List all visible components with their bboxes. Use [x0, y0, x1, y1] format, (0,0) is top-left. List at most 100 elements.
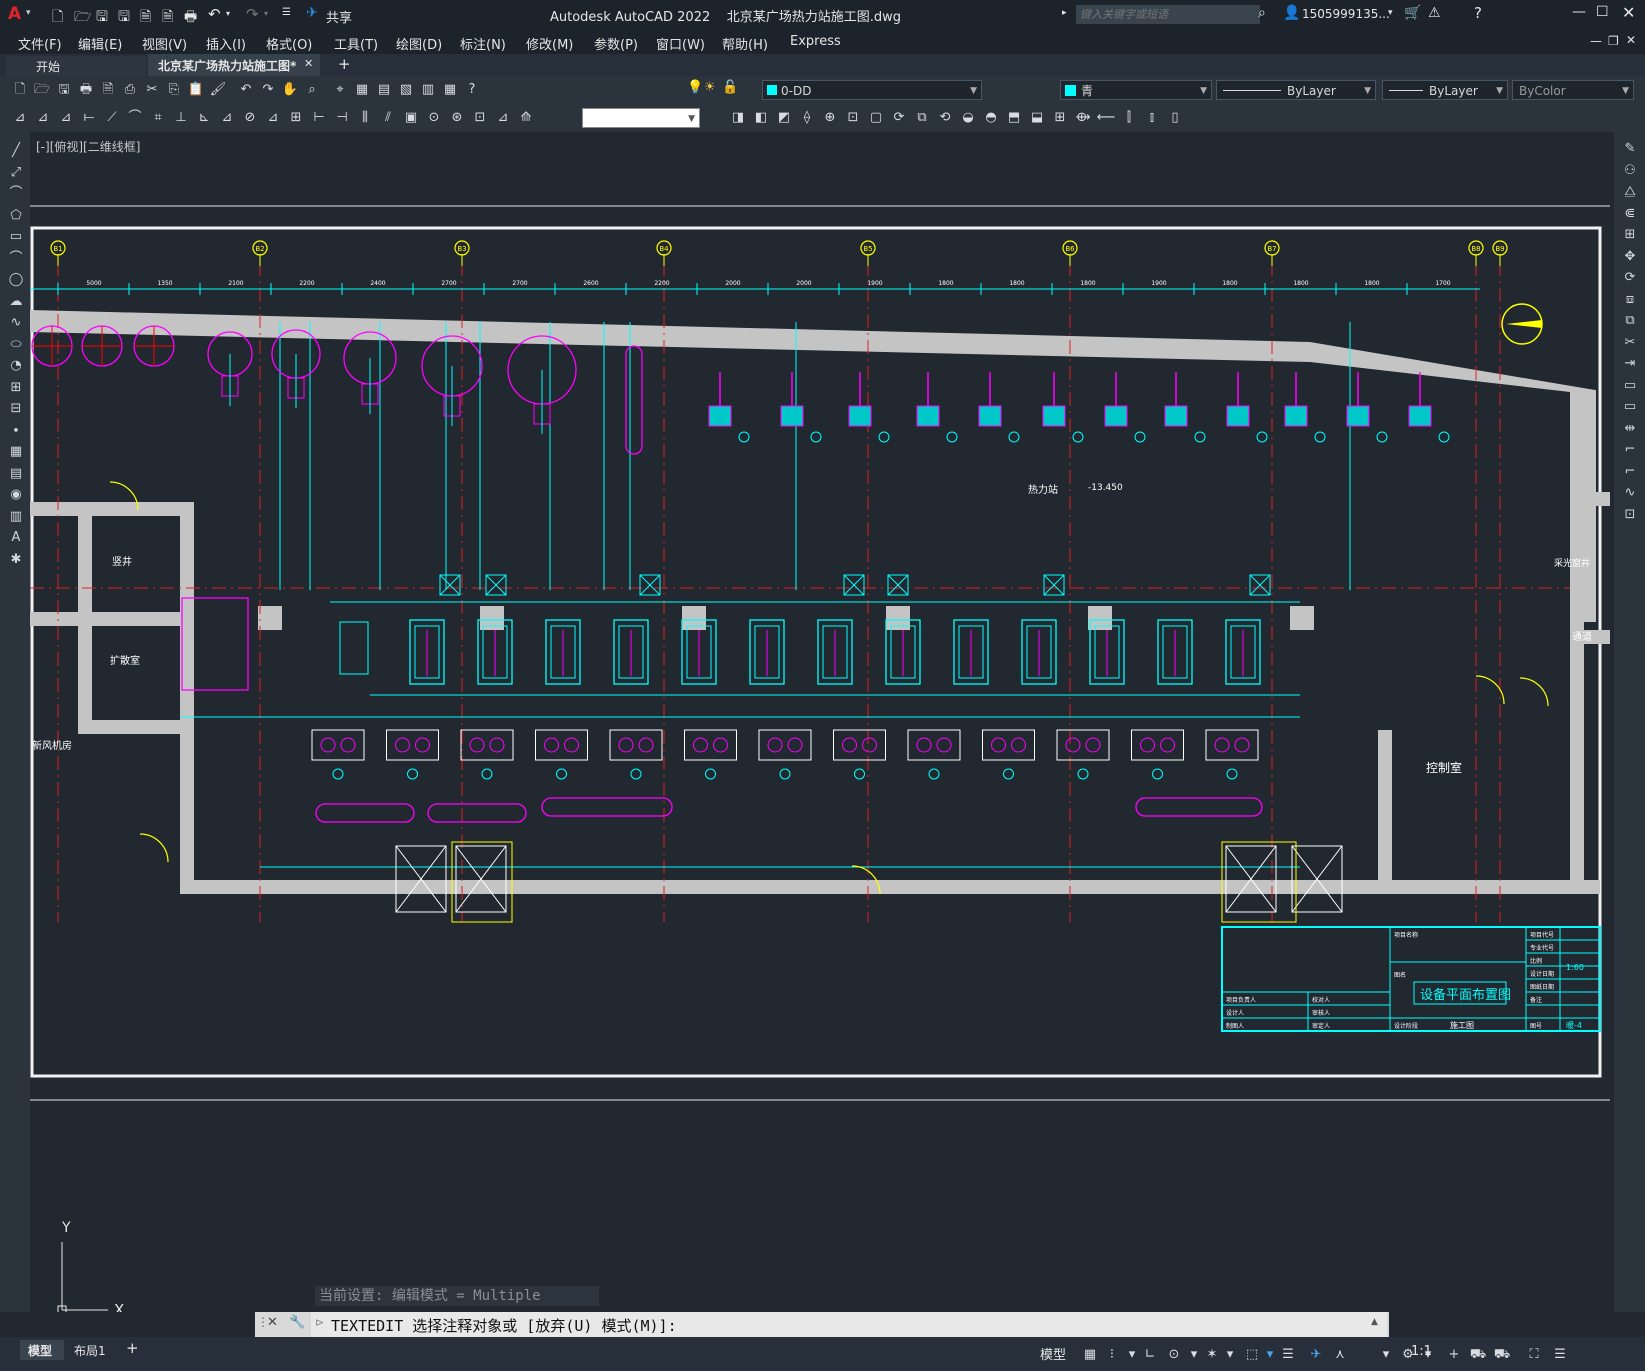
- draw-tool-9-icon[interactable]: ⬭: [7, 336, 25, 354]
- redo-icon[interactable]: ↷: [246, 5, 259, 23]
- modify-tool-1-icon[interactable]: ◧: [751, 108, 771, 128]
- dim-tool-3-icon[interactable]: ⟝: [79, 108, 99, 128]
- open-file-icon[interactable]: 🗁: [74, 6, 91, 30]
- std-tool-16-icon[interactable]: ▤: [374, 80, 394, 100]
- std-tool-12-icon[interactable]: ✋: [280, 80, 300, 100]
- std-tool-9-icon[interactable]: 🖌: [208, 80, 228, 100]
- search-expand-icon[interactable]: ▸: [1062, 8, 1067, 18]
- modify-palette-17-icon[interactable]: ⊡: [1621, 506, 1639, 524]
- user-name[interactable]: 1505999135...: [1302, 7, 1390, 21]
- modify-tool-4-icon[interactable]: ⊕: [820, 108, 840, 128]
- search-input[interactable]: [1076, 5, 1260, 24]
- dim-tool-18-icon[interactable]: ⊙: [424, 108, 444, 128]
- menu-item-8[interactable]: 修改(M): [526, 34, 573, 53]
- status-toggle-2-icon[interactable]: ▾: [1122, 1345, 1142, 1365]
- maximize-icon[interactable]: ☐: [1596, 4, 1609, 20]
- dim-tool-4-icon[interactable]: ⟋: [102, 108, 122, 128]
- modify-palette-10-icon[interactable]: ⇥: [1621, 355, 1639, 373]
- linetype-dropdown[interactable]: ByLayer ▼: [1216, 80, 1376, 100]
- draw-tool-5-icon[interactable]: ⌒: [7, 250, 25, 268]
- dim-style-dropdown[interactable]: ▼: [582, 108, 700, 128]
- modify-palette-5-icon[interactable]: ✥: [1621, 248, 1639, 266]
- dim-tool-7-icon[interactable]: ⊥: [171, 108, 191, 128]
- menu-item-3[interactable]: 插入(I): [206, 34, 246, 53]
- dim-tool-5-icon[interactable]: ⌒: [125, 108, 145, 128]
- layer-on-icon[interactable]: 💡: [687, 80, 703, 95]
- status-toggle-4-icon[interactable]: ⊙: [1164, 1345, 1184, 1365]
- dim-tool-20-icon[interactable]: ⊡: [470, 108, 490, 128]
- modify-palette-13-icon[interactable]: ⇹: [1621, 420, 1639, 438]
- std-tool-0-icon[interactable]: 🗋: [10, 80, 30, 100]
- std-tool-1-icon[interactable]: 🗁: [32, 80, 52, 100]
- modify-tool-7-icon[interactable]: ⟳: [889, 108, 909, 128]
- std-tool-14-icon[interactable]: ⌖: [330, 80, 350, 100]
- modify-tool-5-icon[interactable]: ⊡: [843, 108, 863, 128]
- modify-tool-15-icon[interactable]: ⟴: [1073, 108, 1093, 128]
- dim-tool-10-icon[interactable]: ⊘: [240, 108, 260, 128]
- close-icon[interactable]: ✕: [1622, 3, 1635, 22]
- new-file-icon[interactable]: 🗋: [52, 6, 63, 30]
- menu-item-12[interactable]: Express: [790, 34, 841, 49]
- color-dropdown[interactable]: 青 ▼: [1060, 80, 1212, 100]
- modify-tool-2-icon[interactable]: ◩: [774, 108, 794, 128]
- autodesk-app-icon[interactable]: ⚠: [1428, 5, 1441, 21]
- status-toggle-11-icon[interactable]: ✈: [1306, 1345, 1326, 1365]
- draw-tool-11-icon[interactable]: ⊞: [7, 379, 25, 397]
- layer-dropdown[interactable]: 0-DD ▼: [762, 80, 982, 100]
- modify-tool-17-icon[interactable]: ⫿: [1119, 108, 1139, 128]
- dim-tool-17-icon[interactable]: ▣: [401, 108, 421, 128]
- dim-tool-15-icon[interactable]: ⫼: [355, 108, 375, 128]
- draw-tool-1-icon[interactable]: ⤢: [7, 164, 25, 182]
- modify-palette-1-icon[interactable]: ⚇: [1621, 162, 1639, 180]
- draw-tool-0-icon[interactable]: ╱: [7, 142, 25, 160]
- cart-icon[interactable]: 🛒: [1404, 5, 1421, 21]
- dim-tool-16-icon[interactable]: ⫽: [378, 108, 398, 128]
- status-toggle-21-icon[interactable]: ☰: [1550, 1345, 1570, 1365]
- command-recent-icon[interactable]: ▲: [1371, 1317, 1378, 1327]
- std-tool-4-icon[interactable]: 🗎: [98, 80, 118, 100]
- modify-tool-18-icon[interactable]: ⫾: [1142, 108, 1162, 128]
- tab-layout1[interactable]: 布局1: [74, 1342, 106, 1359]
- customize-qat-icon[interactable]: ☰: [282, 7, 291, 18]
- drawing-svg[interactable]: B1 B2 B3 B4 B5 B6 B7 B8 B9 5000 1350 2100 2200 2400 2…: [30, 132, 1614, 1312]
- layer-lock-icon[interactable]: 🔓: [722, 80, 738, 95]
- std-tool-20-icon[interactable]: ?: [462, 80, 482, 100]
- draw-tool-14-icon[interactable]: ▦: [7, 443, 25, 461]
- std-tool-7-icon[interactable]: ⎘: [164, 80, 184, 100]
- dim-tool-14-icon[interactable]: ⊣: [332, 108, 352, 128]
- dim-tool-19-icon[interactable]: ⊛: [447, 108, 467, 128]
- std-tool-13-icon[interactable]: ⌕: [302, 80, 322, 100]
- status-toggle-3-icon[interactable]: ∟: [1140, 1345, 1160, 1365]
- menu-item-0[interactable]: 文件(F): [18, 34, 62, 53]
- modify-tool-3-icon[interactable]: ⟠: [797, 108, 817, 128]
- modify-tool-19-icon[interactable]: ▯: [1165, 108, 1185, 128]
- dim-tool-1-icon[interactable]: ⊿: [33, 108, 53, 128]
- dim-tool-9-icon[interactable]: ⊿: [217, 108, 237, 128]
- menu-item-9[interactable]: 参数(P): [594, 34, 638, 53]
- share-icon[interactable]: ✈: [306, 5, 318, 21]
- draw-tool-4-icon[interactable]: ▭: [7, 228, 25, 246]
- command-customize-icon[interactable]: 🔧: [289, 1315, 305, 1330]
- draw-tool-13-icon[interactable]: ∙: [7, 422, 25, 440]
- menu-item-11[interactable]: 帮助(H): [722, 34, 768, 53]
- dim-tool-11-icon[interactable]: ⊿: [263, 108, 283, 128]
- doc-close-icon[interactable]: ✕: [1626, 33, 1636, 47]
- user-icon[interactable]: 👤: [1283, 5, 1300, 21]
- dim-tool-12-icon[interactable]: ⊞: [286, 108, 306, 128]
- std-tool-2-icon[interactable]: 🖫: [54, 80, 74, 100]
- menu-item-5[interactable]: 工具(T): [334, 34, 378, 53]
- modify-tool-14-icon[interactable]: ⊞: [1050, 108, 1070, 128]
- menu-item-7[interactable]: 标注(N): [460, 34, 506, 53]
- model-space-button[interactable]: 模型: [1040, 1344, 1066, 1363]
- doc-restore-icon[interactable]: ❐: [1608, 34, 1619, 48]
- modify-palette-15-icon[interactable]: ⌐: [1621, 463, 1639, 481]
- minimize-icon[interactable]: —: [1572, 4, 1586, 20]
- command-input-area[interactable]: ⊳ TEXTEDIT 选择注释对象或 [放弃(U) 模式(M)]: ▲: [311, 1312, 1387, 1337]
- std-tool-3-icon[interactable]: 🖶: [76, 80, 96, 100]
- dim-tool-0-icon[interactable]: ⊿: [10, 108, 30, 128]
- dim-tool-2-icon[interactable]: ⊿: [56, 108, 76, 128]
- std-tool-11-icon[interactable]: ↷: [258, 80, 278, 100]
- tab-drawing[interactable]: 北京某广场热力站施工图* ✕: [148, 54, 320, 76]
- dim-tool-21-icon[interactable]: ⊿: [493, 108, 513, 128]
- share-button[interactable]: 共享: [326, 7, 352, 26]
